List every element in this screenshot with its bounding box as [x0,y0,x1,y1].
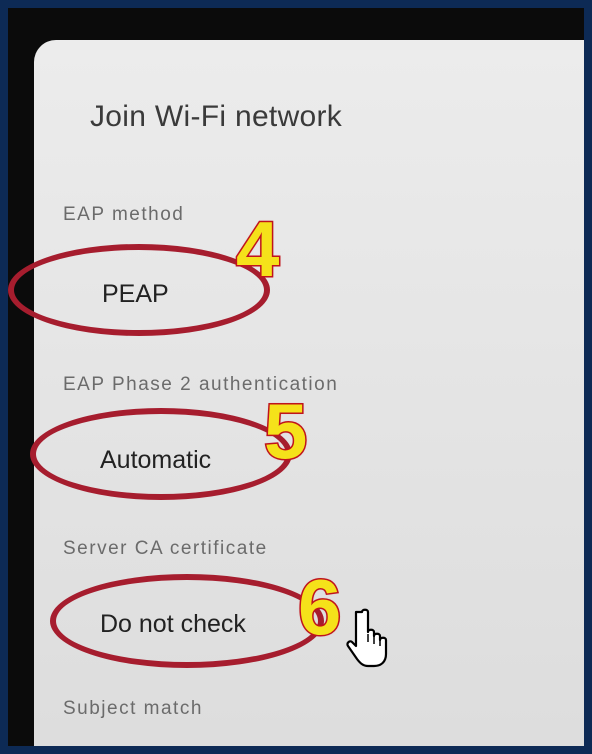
server-ca-label: Server CA certificate [63,538,268,559]
step-number-5: 5 [262,386,308,477]
phase2-dropdown[interactable]: Automatic [100,446,211,475]
eap-method-label: EAP method [63,204,185,225]
screen-frame: Join Wi-Fi network EAP method PEAP 4 EAP… [8,8,584,746]
dialog-title: Join Wi-Fi network [90,100,343,133]
step-number-6: 6 [296,562,342,653]
step-number-4: 4 [234,204,280,295]
hand-pointer-icon [346,608,388,668]
subject-match-label: Subject match [63,698,203,719]
server-ca-dropdown[interactable]: Do not check [100,610,246,639]
eap-method-dropdown[interactable]: PEAP [102,280,169,309]
